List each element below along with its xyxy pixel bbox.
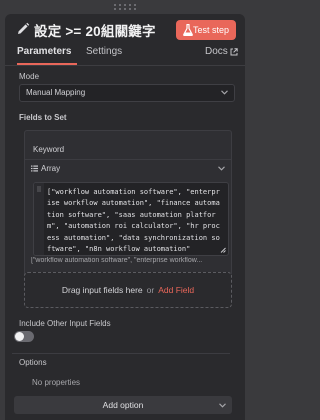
field-value-text: ["workflow automation software", "enterp…: [47, 188, 220, 254]
tab-bar: Parameters Settings Docs: [5, 46, 245, 66]
drag-dots-icon: [114, 4, 136, 12]
add-option-button[interactable]: Add option: [14, 396, 232, 414]
panel-drag-handle[interactable]: [0, 0, 250, 14]
field-name-input[interactable]: Keyword: [33, 145, 64, 154]
no-properties-text: No properties: [32, 378, 81, 387]
field-assignment-card: Keyword Array ["workflow automation soft…: [24, 130, 232, 285]
pencil-icon: [18, 22, 30, 34]
tab-settings[interactable]: Settings: [86, 46, 122, 57]
tab-parameters[interactable]: Parameters: [17, 46, 71, 57]
mode-label: Mode: [19, 72, 40, 81]
list-icon: [31, 165, 38, 172]
mode-value: Manual Mapping: [26, 88, 86, 97]
chevron-down-icon: [219, 403, 226, 408]
docs-label: Docs: [205, 46, 228, 57]
chevron-down-icon: [218, 166, 225, 171]
add-field-link[interactable]: Add Field: [158, 285, 194, 295]
panel-header: 設定 >= 20組關鍵字 Test step: [5, 14, 245, 48]
options-label: Options: [19, 358, 47, 367]
resize-handle-icon[interactable]: [220, 247, 226, 253]
field-type-value: Array: [41, 164, 61, 173]
field-value-editor[interactable]: ["workflow automation software", "enterp…: [33, 182, 229, 256]
test-step-button[interactable]: Test step: [176, 20, 236, 40]
field-value-preview: ["workflow automation software", "enterp…: [31, 257, 203, 264]
add-option-label: Add option: [102, 400, 144, 410]
node-title[interactable]: 設定 >= 20組關鍵字: [34, 20, 156, 40]
fields-to-set-label: Fields to Set: [19, 113, 67, 122]
editor-gutter: [34, 183, 44, 255]
include-other-fields-label: Include Other Input Fields: [19, 319, 111, 328]
section-divider: [12, 353, 230, 354]
drop-zone-text: Drag input fields here: [61, 285, 143, 295]
drag-grip-icon[interactable]: [37, 186, 41, 192]
test-step-label: Test step: [192, 25, 229, 35]
mode-select[interactable]: Manual Mapping: [19, 84, 235, 102]
field-type-select[interactable]: Array: [25, 160, 231, 178]
include-other-fields-toggle[interactable]: [14, 331, 34, 342]
external-link-icon: [230, 48, 238, 56]
toggle-knob: [15, 332, 24, 341]
tab-docs[interactable]: Docs: [205, 46, 228, 57]
active-tab-indicator: [17, 63, 77, 65]
drop-zone[interactable]: Drag input fields here or Add Field: [24, 272, 232, 308]
flask-icon: [183, 24, 193, 36]
drop-zone-or: or: [146, 285, 155, 295]
chevron-down-icon: [221, 90, 228, 95]
